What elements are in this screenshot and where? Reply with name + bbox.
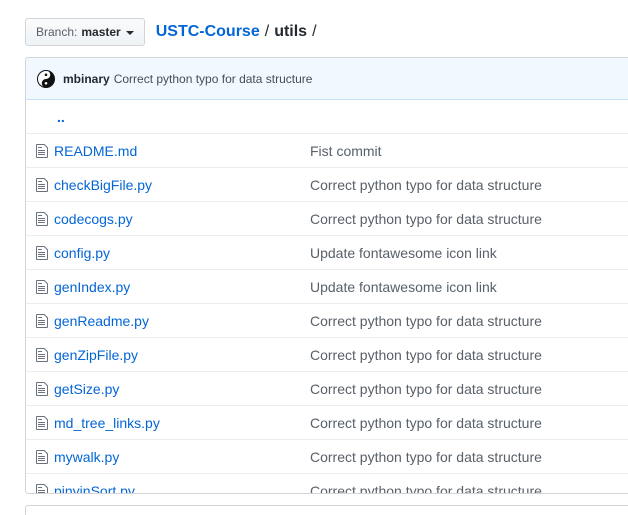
file-row: genReadme.py Correct python typo for dat… (26, 303, 628, 337)
file-icon (36, 279, 48, 294)
file-commit-message-link[interactable]: Correct python typo for data structure (310, 177, 542, 193)
parent-dir-row: .. (26, 100, 628, 133)
commit-author-link[interactable]: mbinary (63, 72, 110, 86)
file-commit-message-link[interactable]: Correct python typo for data structure (310, 415, 542, 431)
file-icon (36, 211, 48, 226)
file-icon (36, 415, 48, 430)
breadcrumb-repo-link[interactable]: USTC-Course (156, 23, 260, 41)
file-name-link[interactable]: getSize.py (54, 381, 310, 397)
file-commit-message-link[interactable]: Fist commit (310, 143, 382, 159)
file-icon (36, 483, 48, 493)
file-commit-message-link[interactable]: Correct python typo for data structure (310, 483, 542, 494)
branch-label: Branch: (36, 25, 78, 39)
commit-message-link[interactable]: Correct python typo for data structure (114, 72, 313, 86)
file-icon (36, 143, 48, 158)
file-commit-message-link[interactable]: Correct python typo for data structure (310, 347, 542, 363)
breadcrumb: USTC-Course / utils / (156, 23, 322, 41)
file-commit-message-link[interactable]: Update fontawesome icon link (310, 245, 497, 261)
repo-header: Branch: master USTC-Course / utils / (25, 17, 322, 47)
file-commit-message-link[interactable]: Update fontawesome icon link (310, 279, 497, 295)
file-row: md_tree_links.py Correct python typo for… (26, 405, 628, 439)
file-row: config.py Update fontawesome icon link (26, 235, 628, 269)
parent-dir-link[interactable]: .. (57, 109, 65, 125)
next-box-edge (25, 505, 628, 515)
yin-yang-icon[interactable] (37, 69, 55, 88)
file-row: codecogs.py Correct python typo for data… (26, 201, 628, 235)
file-commit-message-link[interactable]: Correct python typo for data structure (310, 449, 542, 465)
file-commit-message-link[interactable]: Correct python typo for data structure (310, 313, 542, 329)
file-name-link[interactable]: genReadme.py (54, 313, 310, 329)
file-name-link[interactable]: md_tree_links.py (54, 415, 310, 431)
file-icon (36, 177, 48, 192)
file-icon (36, 313, 48, 328)
file-list-box: mbinary Correct python typo for data str… (25, 57, 628, 494)
file-name-link[interactable]: mywalk.py (54, 449, 310, 465)
breadcrumb-trailing-separator: / (312, 23, 317, 40)
breadcrumb-current-dir: utils (274, 23, 308, 40)
file-name-link[interactable]: checkBigFile.py (54, 177, 310, 193)
breadcrumb-separator: / (264, 23, 270, 40)
file-row: genZipFile.py Correct python typo for da… (26, 337, 628, 371)
file-icon (36, 347, 48, 362)
branch-value: master (81, 25, 121, 39)
file-commit-message-link[interactable]: Correct python typo for data structure (310, 381, 542, 397)
branch-select-button[interactable]: Branch: master (25, 18, 145, 46)
file-row: mywalk.py Correct python typo for data s… (26, 439, 628, 473)
latest-commit-bar: mbinary Correct python typo for data str… (26, 58, 628, 100)
file-row: pinyinSort.py Correct python typo for da… (26, 473, 628, 494)
file-icon (36, 381, 48, 396)
file-row: checkBigFile.py Correct python typo for … (26, 167, 628, 201)
file-name-link[interactable]: README.md (54, 143, 310, 159)
file-name-link[interactable]: pinyinSort.py (54, 483, 310, 494)
file-icon (36, 245, 48, 260)
file-row: README.md Fist commit (26, 133, 628, 167)
file-name-link[interactable]: genZipFile.py (54, 347, 310, 363)
file-icon (36, 449, 48, 464)
file-commit-message-link[interactable]: Correct python typo for data structure (310, 211, 542, 227)
file-row: getSize.py Correct python typo for data … (26, 371, 628, 405)
file-name-link[interactable]: genIndex.py (54, 279, 310, 295)
file-rows: README.md Fist commit checkBigFile.py Co… (26, 133, 628, 494)
file-name-link[interactable]: config.py (54, 245, 310, 261)
caret-down-icon (125, 31, 134, 35)
file-row: genIndex.py Update fontawesome icon link (26, 269, 628, 303)
file-name-link[interactable]: codecogs.py (54, 211, 310, 227)
